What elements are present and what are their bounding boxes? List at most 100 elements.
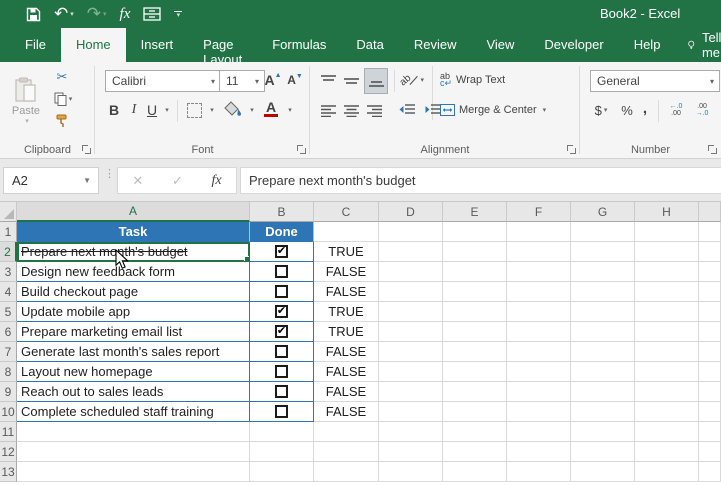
cell-F10[interactable] xyxy=(507,402,571,422)
row-header-7[interactable]: 7 xyxy=(0,342,17,362)
font-color-caret-icon[interactable]: ▾ xyxy=(285,102,295,118)
merge-center-button[interactable]: Merge & Center ▾ xyxy=(440,100,572,120)
cell-F5[interactable] xyxy=(507,302,571,322)
cell-partial11[interactable] xyxy=(699,422,721,442)
cell-E3[interactable] xyxy=(443,262,507,282)
cell-E8[interactable] xyxy=(443,362,507,382)
enter-icon[interactable]: ✓ xyxy=(172,173,183,189)
insert-function-icon[interactable]: fx xyxy=(212,173,222,189)
cell-E4[interactable] xyxy=(443,282,507,302)
tab-developer[interactable]: Developer xyxy=(529,28,618,62)
column-header-a[interactable]: A xyxy=(17,202,250,222)
cell-B12[interactable] xyxy=(250,442,314,462)
fill-handle[interactable] xyxy=(244,256,249,261)
format-painter-button[interactable] xyxy=(52,112,72,130)
cell-A3[interactable]: Design new feedback form xyxy=(17,262,250,282)
cell-B11[interactable] xyxy=(250,422,314,442)
cell-E7[interactable] xyxy=(443,342,507,362)
cell-partial10[interactable] xyxy=(699,402,721,422)
cell-partial13[interactable] xyxy=(699,462,721,482)
row-header-2[interactable]: 2 xyxy=(0,242,17,262)
cell-C13[interactable] xyxy=(314,462,379,482)
formula-input[interactable]: Prepare next month's budget xyxy=(240,167,721,194)
tab-home[interactable]: Home xyxy=(60,28,126,62)
cell-H13[interactable] xyxy=(635,462,699,482)
align-left-button[interactable] xyxy=(318,100,338,120)
cell-B2[interactable]: ✔ xyxy=(250,242,314,262)
decrease-indent-button[interactable] xyxy=(396,100,418,120)
undo-caret-icon[interactable]: ▾ xyxy=(70,10,74,18)
cell-H4[interactable] xyxy=(635,282,699,302)
cell-F8[interactable] xyxy=(507,362,571,382)
save-icon[interactable] xyxy=(26,7,41,22)
cell-H10[interactable] xyxy=(635,402,699,422)
tab-view[interactable]: View xyxy=(471,28,529,62)
paste-button[interactable]: Paste ▾ xyxy=(8,68,44,134)
decrease-decimal-button[interactable]: .00 →.0 xyxy=(690,100,714,120)
cell-partial6[interactable] xyxy=(699,322,721,342)
comma-style-button[interactable]: , xyxy=(638,98,652,118)
row-header-10[interactable]: 10 xyxy=(0,402,17,422)
cell-E10[interactable] xyxy=(443,402,507,422)
align-center-button[interactable] xyxy=(341,100,361,120)
cell-A2[interactable]: Prepare next month's budget xyxy=(17,242,250,262)
redo-button[interactable]: ↷ ▾ xyxy=(87,5,107,22)
row-header-12[interactable]: 12 xyxy=(0,442,17,462)
cell-G11[interactable] xyxy=(571,422,635,442)
cell-G10[interactable] xyxy=(571,402,635,422)
cell-C2[interactable]: TRUE xyxy=(314,242,379,262)
cell-F6[interactable] xyxy=(507,322,571,342)
done-checkbox-row-5-checked[interactable]: ✔ xyxy=(275,305,288,318)
orientation-button[interactable]: ab ▾ xyxy=(398,70,424,90)
cell-E2[interactable] xyxy=(443,242,507,262)
font-dialog-launcher-icon[interactable] xyxy=(297,145,306,154)
cell-E11[interactable] xyxy=(443,422,507,442)
row-header-5[interactable]: 5 xyxy=(0,302,17,322)
cell-B7[interactable] xyxy=(250,342,314,362)
underline-button[interactable]: U xyxy=(144,100,160,120)
cell-H6[interactable] xyxy=(635,322,699,342)
cell-D2[interactable] xyxy=(379,242,443,262)
cell-E5[interactable] xyxy=(443,302,507,322)
select-all-corner[interactable] xyxy=(0,202,17,222)
font-size-select[interactable]: 11 ▾ xyxy=(219,70,265,92)
cell-F1[interactable] xyxy=(507,222,571,242)
row-header-3[interactable]: 3 xyxy=(0,262,17,282)
cell-C1[interactable] xyxy=(314,222,379,242)
cell-partial12[interactable] xyxy=(699,442,721,462)
cell-F2[interactable] xyxy=(507,242,571,262)
cell-G12[interactable] xyxy=(571,442,635,462)
cell-G6[interactable] xyxy=(571,322,635,342)
cell-B1[interactable]: Done xyxy=(250,222,314,242)
cell-A5[interactable]: Update mobile app xyxy=(17,302,250,322)
cell-B9[interactable] xyxy=(250,382,314,402)
cell-B10[interactable] xyxy=(250,402,314,422)
touch-mode-icon[interactable] xyxy=(143,7,162,21)
tab-formulas[interactable]: Formulas xyxy=(257,28,341,62)
cell-C5[interactable]: TRUE xyxy=(314,302,379,322)
cell-A7[interactable]: Generate last month's sales report xyxy=(17,342,250,362)
copy-button[interactable]: ▾ xyxy=(50,90,76,108)
cell-D6[interactable] xyxy=(379,322,443,342)
cell-A10[interactable]: Complete scheduled staff training xyxy=(17,402,250,422)
cut-button[interactable]: ✂ xyxy=(52,68,72,86)
cell-F7[interactable] xyxy=(507,342,571,362)
cell-D8[interactable] xyxy=(379,362,443,382)
cell-A6[interactable]: Prepare marketing email list xyxy=(17,322,250,342)
cell-partial5[interactable] xyxy=(699,302,721,322)
tab-review[interactable]: Review xyxy=(399,28,472,62)
align-right-button[interactable] xyxy=(364,100,384,120)
cell-H1[interactable] xyxy=(635,222,699,242)
row-header-11[interactable]: 11 xyxy=(0,422,17,442)
cell-partial9[interactable] xyxy=(699,382,721,402)
cell-partial2[interactable] xyxy=(699,242,721,262)
cell-E6[interactable] xyxy=(443,322,507,342)
column-header-partial[interactable] xyxy=(699,202,721,222)
cell-B13[interactable] xyxy=(250,462,314,482)
done-checkbox-row-7-unchecked[interactable] xyxy=(275,345,288,358)
cell-F4[interactable] xyxy=(507,282,571,302)
row-header-8[interactable]: 8 xyxy=(0,362,17,382)
cell-D4[interactable] xyxy=(379,282,443,302)
cell-A9[interactable]: Reach out to sales leads xyxy=(17,382,250,402)
borders-caret-icon[interactable]: ▾ xyxy=(207,102,217,118)
